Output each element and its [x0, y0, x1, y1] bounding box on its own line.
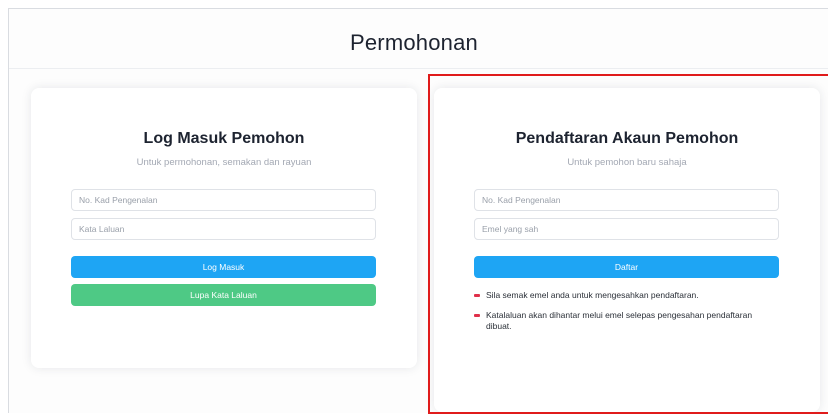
register-notes: Sila semak emel anda untuk mengesahkan p… [474, 290, 774, 341]
forgot-password-button[interactable]: Lupa Kata Laluan [71, 284, 376, 306]
note-text: Sila semak emel anda untuk mengesahkan p… [486, 290, 699, 300]
list-item: Katalaluan akan dihantar melui emel sele… [474, 310, 774, 332]
register-title: Pendaftaran Akaun Pemohon [515, 130, 739, 147]
login-button[interactable]: Log Masuk [71, 256, 376, 278]
bullet-icon [474, 294, 480, 297]
login-password-input[interactable] [71, 218, 376, 240]
login-subtitle: Untuk permohonan, semakan dan rayuan [136, 157, 312, 168]
login-title: Log Masuk Pemohon [143, 130, 305, 147]
login-ic-input[interactable] [71, 189, 376, 211]
register-button[interactable]: Daftar [474, 256, 779, 278]
register-subtitle: Untuk pemohon baru sahaja [567, 157, 687, 168]
register-email-input[interactable] [474, 218, 779, 240]
title-divider [9, 68, 828, 69]
register-card: Pendaftaran Akaun Pemohon Untuk pemohon … [434, 88, 820, 412]
register-ic-input[interactable] [474, 189, 779, 211]
note-text: Katalaluan akan dihantar melui emel sele… [486, 310, 753, 331]
list-item: Sila semak emel anda untuk mengesahkan p… [474, 290, 774, 301]
bullet-icon [474, 314, 480, 317]
login-card: Log Masuk Pemohon Untuk permohonan, sema… [31, 88, 417, 368]
page-title: Permohonan [350, 30, 478, 55]
